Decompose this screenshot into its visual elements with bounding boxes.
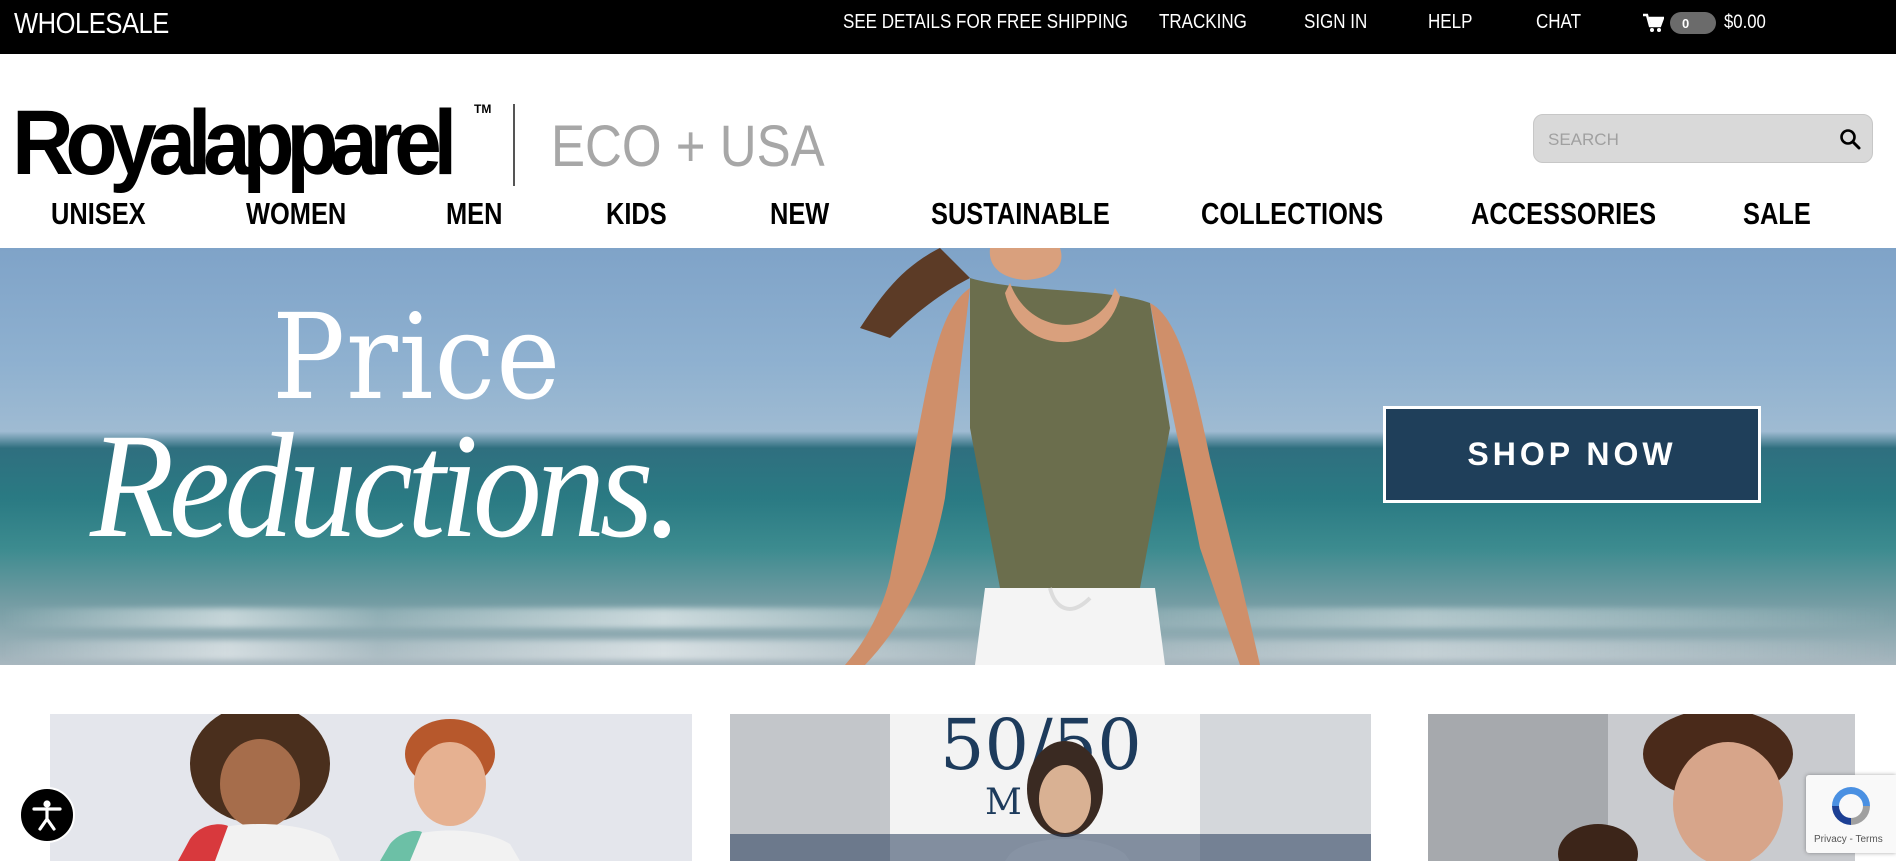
logo-wordmark: Royalapparel xyxy=(12,92,457,194)
wholesale-link[interactable]: WHOLESALE xyxy=(14,8,169,41)
hero-model-image xyxy=(845,248,1260,665)
accessibility-icon xyxy=(32,800,62,831)
chat-link[interactable]: CHAT xyxy=(1536,11,1581,34)
nav-unisex[interactable]: UNISEX xyxy=(51,196,146,232)
recaptcha-privacy-terms[interactable]: Privacy - Terms xyxy=(1814,834,1883,845)
cart-icon xyxy=(1643,13,1664,32)
recaptcha-badge[interactable]: Privacy - Terms xyxy=(1806,775,1896,853)
free-shipping-link[interactable]: SEE DETAILS FOR FREE SHIPPING xyxy=(843,11,1128,34)
cart-button[interactable]: 0 $0.00 xyxy=(1642,9,1772,37)
recaptcha-icon xyxy=(1832,787,1870,825)
nav-kids[interactable]: KIDS xyxy=(606,196,667,232)
hero-headline-reductions: Reductions. xyxy=(90,403,682,569)
men-image xyxy=(1428,714,1793,861)
kids-image xyxy=(178,714,520,861)
nav-women[interactable]: WOMEN xyxy=(246,196,346,232)
women-image: 50/50 M NY xyxy=(730,714,1371,861)
nav-accessories[interactable]: ACCESSORIES xyxy=(1471,196,1656,232)
cart-count-badge: 0 xyxy=(1670,12,1716,34)
help-link[interactable]: HELP xyxy=(1428,11,1472,34)
category-card-men[interactable] xyxy=(1428,714,1855,861)
nav-sustainable[interactable]: SUSTAINABLE xyxy=(931,196,1110,232)
category-card-kids[interactable] xyxy=(50,714,692,861)
shop-now-button[interactable]: SHOP NOW xyxy=(1383,406,1761,503)
eco-usa-tagline: ECO + USA xyxy=(551,114,825,179)
category-card-women[interactable]: 50/50 M NY xyxy=(730,714,1371,861)
search-icon[interactable] xyxy=(1838,127,1862,151)
top-utility-bar: WHOLESALE SEE DETAILS FOR FREE SHIPPING … xyxy=(0,0,1896,54)
nav-new[interactable]: NEW xyxy=(770,196,829,232)
royal-apparel-logo[interactable]: Royalapparel TM xyxy=(12,92,491,194)
accessibility-button[interactable] xyxy=(19,787,75,843)
search-box[interactable] xyxy=(1533,114,1873,163)
cart-total: $0.00 xyxy=(1724,12,1766,33)
tracking-link[interactable]: TRACKING xyxy=(1159,11,1247,34)
nav-men[interactable]: MEN xyxy=(446,196,502,232)
logo-divider xyxy=(513,104,515,186)
logo-trademark: TM xyxy=(474,102,492,116)
nav-collections[interactable]: COLLECTIONS xyxy=(1201,196,1383,232)
nav-sale[interactable]: SALE xyxy=(1743,196,1811,232)
hero-banner[interactable]: Price Reductions. SHOP NOW xyxy=(0,248,1896,665)
sign-in-link[interactable]: SIGN IN xyxy=(1304,11,1367,34)
search-input[interactable] xyxy=(1546,125,1820,155)
